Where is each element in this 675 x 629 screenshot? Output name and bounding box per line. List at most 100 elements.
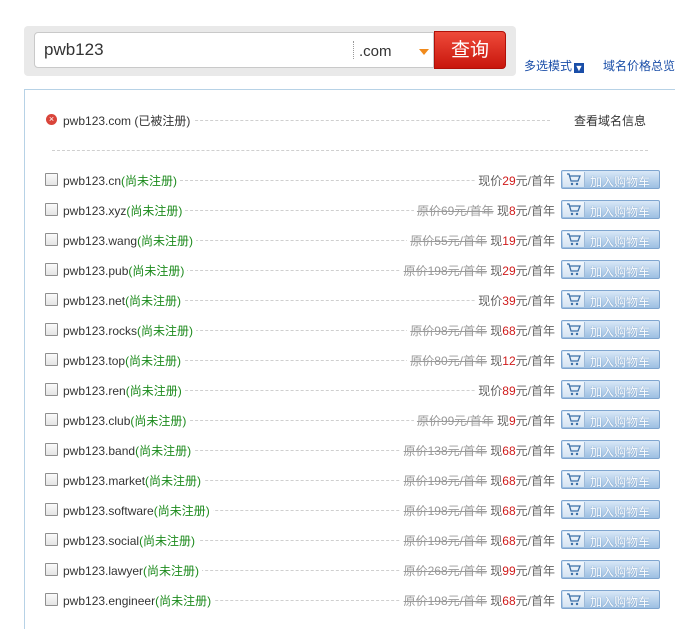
cart-icon: [563, 382, 585, 397]
add-to-cart-label: 加入购物车: [590, 565, 651, 579]
add-to-cart-button[interactable]: 加入购物车: [561, 290, 660, 309]
cart-icon: [563, 562, 585, 577]
domain-name: pwb123.engineer(尚未注册): [63, 592, 215, 609]
domain-checkbox[interactable]: [45, 413, 58, 426]
tld-separator: [353, 41, 354, 59]
add-to-cart-label: 加入购物车: [590, 175, 651, 189]
domain-row: pwb123.top(尚未注册) 原价80元/首年 现12元/首年 加入购物车: [0, 349, 675, 371]
domain-name: pwb123.club(尚未注册): [63, 412, 190, 429]
domain-row: pwb123.wang(尚未注册) 原价55元/首年 现19元/首年 加入购物车: [0, 229, 675, 251]
domain-label: pwb123.wang: [63, 234, 138, 248]
current-price: 68: [502, 504, 516, 518]
add-to-cart-button[interactable]: 加入购物车: [561, 440, 660, 459]
add-to-cart-label: 加入购物车: [590, 415, 651, 429]
domain-label: pwb123.engineer: [63, 594, 156, 608]
domain-checkbox[interactable]: [45, 323, 58, 336]
domain-status: (尚未注册): [126, 204, 183, 218]
original-price: 原价55元/首年: [410, 234, 487, 248]
add-to-cart-label: 加入购物车: [590, 385, 651, 399]
domain-checkbox[interactable]: [45, 293, 58, 306]
add-to-cart-button[interactable]: 加入购物车: [561, 380, 660, 399]
domain-row: pwb123.xyz(尚未注册) 原价69元/首年 现8元/首年 加入购物车: [0, 199, 675, 221]
view-domain-info-link[interactable]: 查看域名信息: [574, 112, 646, 129]
domain-label: pwb123.cn: [63, 174, 122, 188]
domain-label: pwb123.lawyer: [63, 564, 144, 578]
add-to-cart-button[interactable]: 加入购物车: [561, 560, 660, 579]
domain-name: pwb123.wang(尚未注册): [63, 232, 197, 249]
domain-status: (尚未注册): [125, 384, 182, 398]
tld-select[interactable]: .com: [359, 43, 392, 60]
price-info: 原价198元/首年 现68元/首年: [400, 592, 555, 609]
domain-checkbox[interactable]: [45, 563, 58, 576]
current-price: 99: [502, 564, 516, 578]
domain-label: pwb123.software: [63, 504, 154, 518]
add-to-cart-label: 加入购物车: [590, 235, 651, 249]
cart-icon: [563, 592, 585, 607]
add-to-cart-label: 加入购物车: [590, 505, 651, 519]
original-price: 原价99元/首年: [416, 414, 494, 428]
price-info: 原价80元/首年 现12元/首年: [407, 352, 555, 369]
domain-name: pwb123.net(尚未注册): [63, 292, 185, 309]
cart-icon: [563, 172, 585, 187]
current-price: 29: [502, 264, 516, 278]
domain-checkbox[interactable]: [45, 203, 58, 216]
domain-row: pwb123.cn(尚未注册) 现价29元/首年 加入购物车: [0, 169, 675, 191]
price-info: 原价69元/首年 现8元/首年: [413, 202, 555, 219]
add-to-cart-button[interactable]: 加入购物车: [561, 170, 660, 189]
arrow-down-icon: ▼: [574, 63, 585, 73]
price-overview-link[interactable]: 域名价格总览: [603, 57, 675, 74]
domain-checkbox[interactable]: [45, 533, 58, 546]
cart-icon: [563, 202, 585, 217]
domain-row: pwb123.rocks(尚未注册) 原价98元/首年 现68元/首年 加入购物车: [0, 319, 675, 341]
add-to-cart-button[interactable]: 加入购物车: [561, 530, 660, 549]
domain-row: pwb123.lawyer(尚未注册) 原价268元/首年 现99元/首年 加入购物…: [0, 559, 675, 581]
cart-icon: [563, 502, 585, 517]
domain-checkbox[interactable]: [45, 353, 58, 366]
domain-checkbox[interactable]: [45, 263, 58, 276]
add-to-cart-button[interactable]: 加入购物车: [561, 410, 660, 429]
domain-status: (尚未注册): [130, 414, 187, 428]
current-price: 68: [502, 534, 516, 548]
add-to-cart-button[interactable]: 加入购物车: [561, 200, 660, 219]
add-to-cart-label: 加入购物车: [590, 325, 651, 339]
domain-status: (尚未注册): [135, 444, 192, 458]
price-info: 现价39元/首年: [475, 292, 555, 309]
domain-checkbox[interactable]: [45, 383, 58, 396]
query-button[interactable]: 查询: [434, 31, 506, 69]
domain-name: pwb123.market(尚未注册): [63, 472, 205, 489]
domain-checkbox[interactable]: [45, 443, 58, 456]
domain-status: (尚未注册): [128, 264, 185, 278]
original-price: 原价138元/首年: [403, 444, 487, 458]
cart-icon: [563, 292, 585, 307]
domain-checkbox[interactable]: [45, 503, 58, 516]
domain-name: pwb123.pub(尚未注册): [63, 262, 188, 279]
add-to-cart-label: 加入购物车: [590, 265, 651, 279]
domain-label: pwb123.rocks: [63, 324, 138, 338]
domain-checkbox[interactable]: [45, 233, 58, 246]
domain-label: pwb123.net: [63, 294, 126, 308]
multi-mode-link[interactable]: 多选模式 ▼: [524, 57, 585, 74]
add-to-cart-button[interactable]: 加入购物车: [561, 470, 660, 489]
domain-checkbox[interactable]: [45, 173, 58, 186]
domain-status: (尚未注册): [155, 594, 212, 608]
domain-checkbox[interactable]: [45, 473, 58, 486]
cart-icon: [563, 412, 585, 427]
chevron-down-icon[interactable]: [419, 49, 429, 55]
domain-checkbox[interactable]: [45, 593, 58, 606]
domain-status: (尚未注册): [125, 354, 182, 368]
add-to-cart-button[interactable]: 加入购物车: [561, 230, 660, 249]
cart-icon: [563, 322, 585, 337]
add-to-cart-button[interactable]: 加入购物车: [561, 320, 660, 339]
add-to-cart-button[interactable]: 加入购物车: [561, 500, 660, 519]
cart-icon: [563, 352, 585, 367]
cart-icon: [563, 532, 585, 547]
current-price: 8: [508, 204, 516, 218]
add-to-cart-button[interactable]: 加入购物车: [561, 350, 660, 369]
domain-status: (尚未注册): [121, 174, 178, 188]
original-price: 原价198元/首年: [403, 264, 487, 278]
add-to-cart-button[interactable]: 加入购物车: [561, 590, 660, 609]
add-to-cart-button[interactable]: 加入购物车: [561, 260, 660, 279]
domain-label: pwb123.top: [63, 354, 126, 368]
domain-row: pwb123.net(尚未注册) 现价39元/首年 加入购物车: [0, 289, 675, 311]
price-info: 原价198元/首年 现68元/首年: [400, 472, 555, 489]
